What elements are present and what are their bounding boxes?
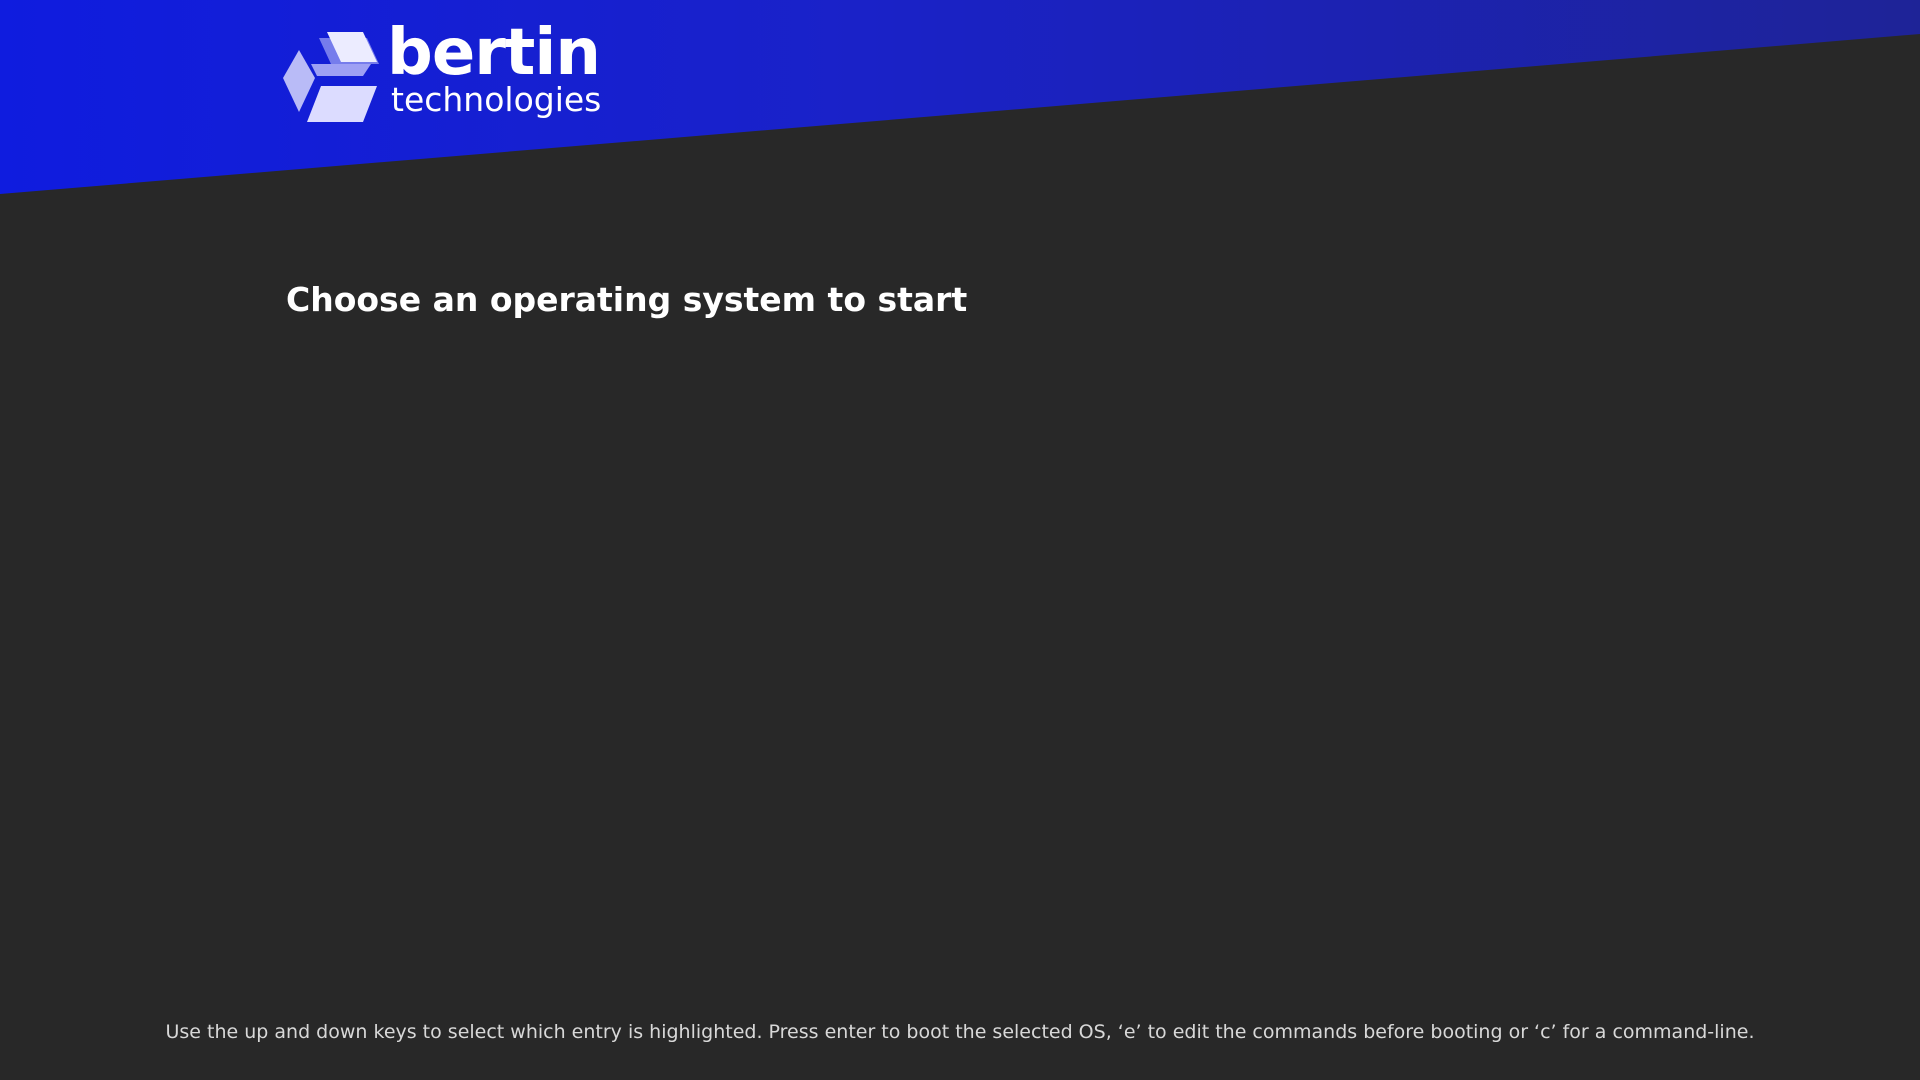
os-entry-list[interactable] (286, 340, 1634, 980)
cube-icon (283, 32, 379, 122)
boot-menu-screen: bertin technologies Choose an operating … (0, 0, 1920, 1080)
bertin-logo: bertin technologies (283, 17, 603, 125)
menu-title: Choose an operating system to start (286, 280, 968, 319)
brand-name: bertin (387, 16, 601, 90)
help-text: Use the up and down keys to select which… (165, 1021, 1755, 1043)
brand-tagline: technologies (391, 80, 602, 119)
